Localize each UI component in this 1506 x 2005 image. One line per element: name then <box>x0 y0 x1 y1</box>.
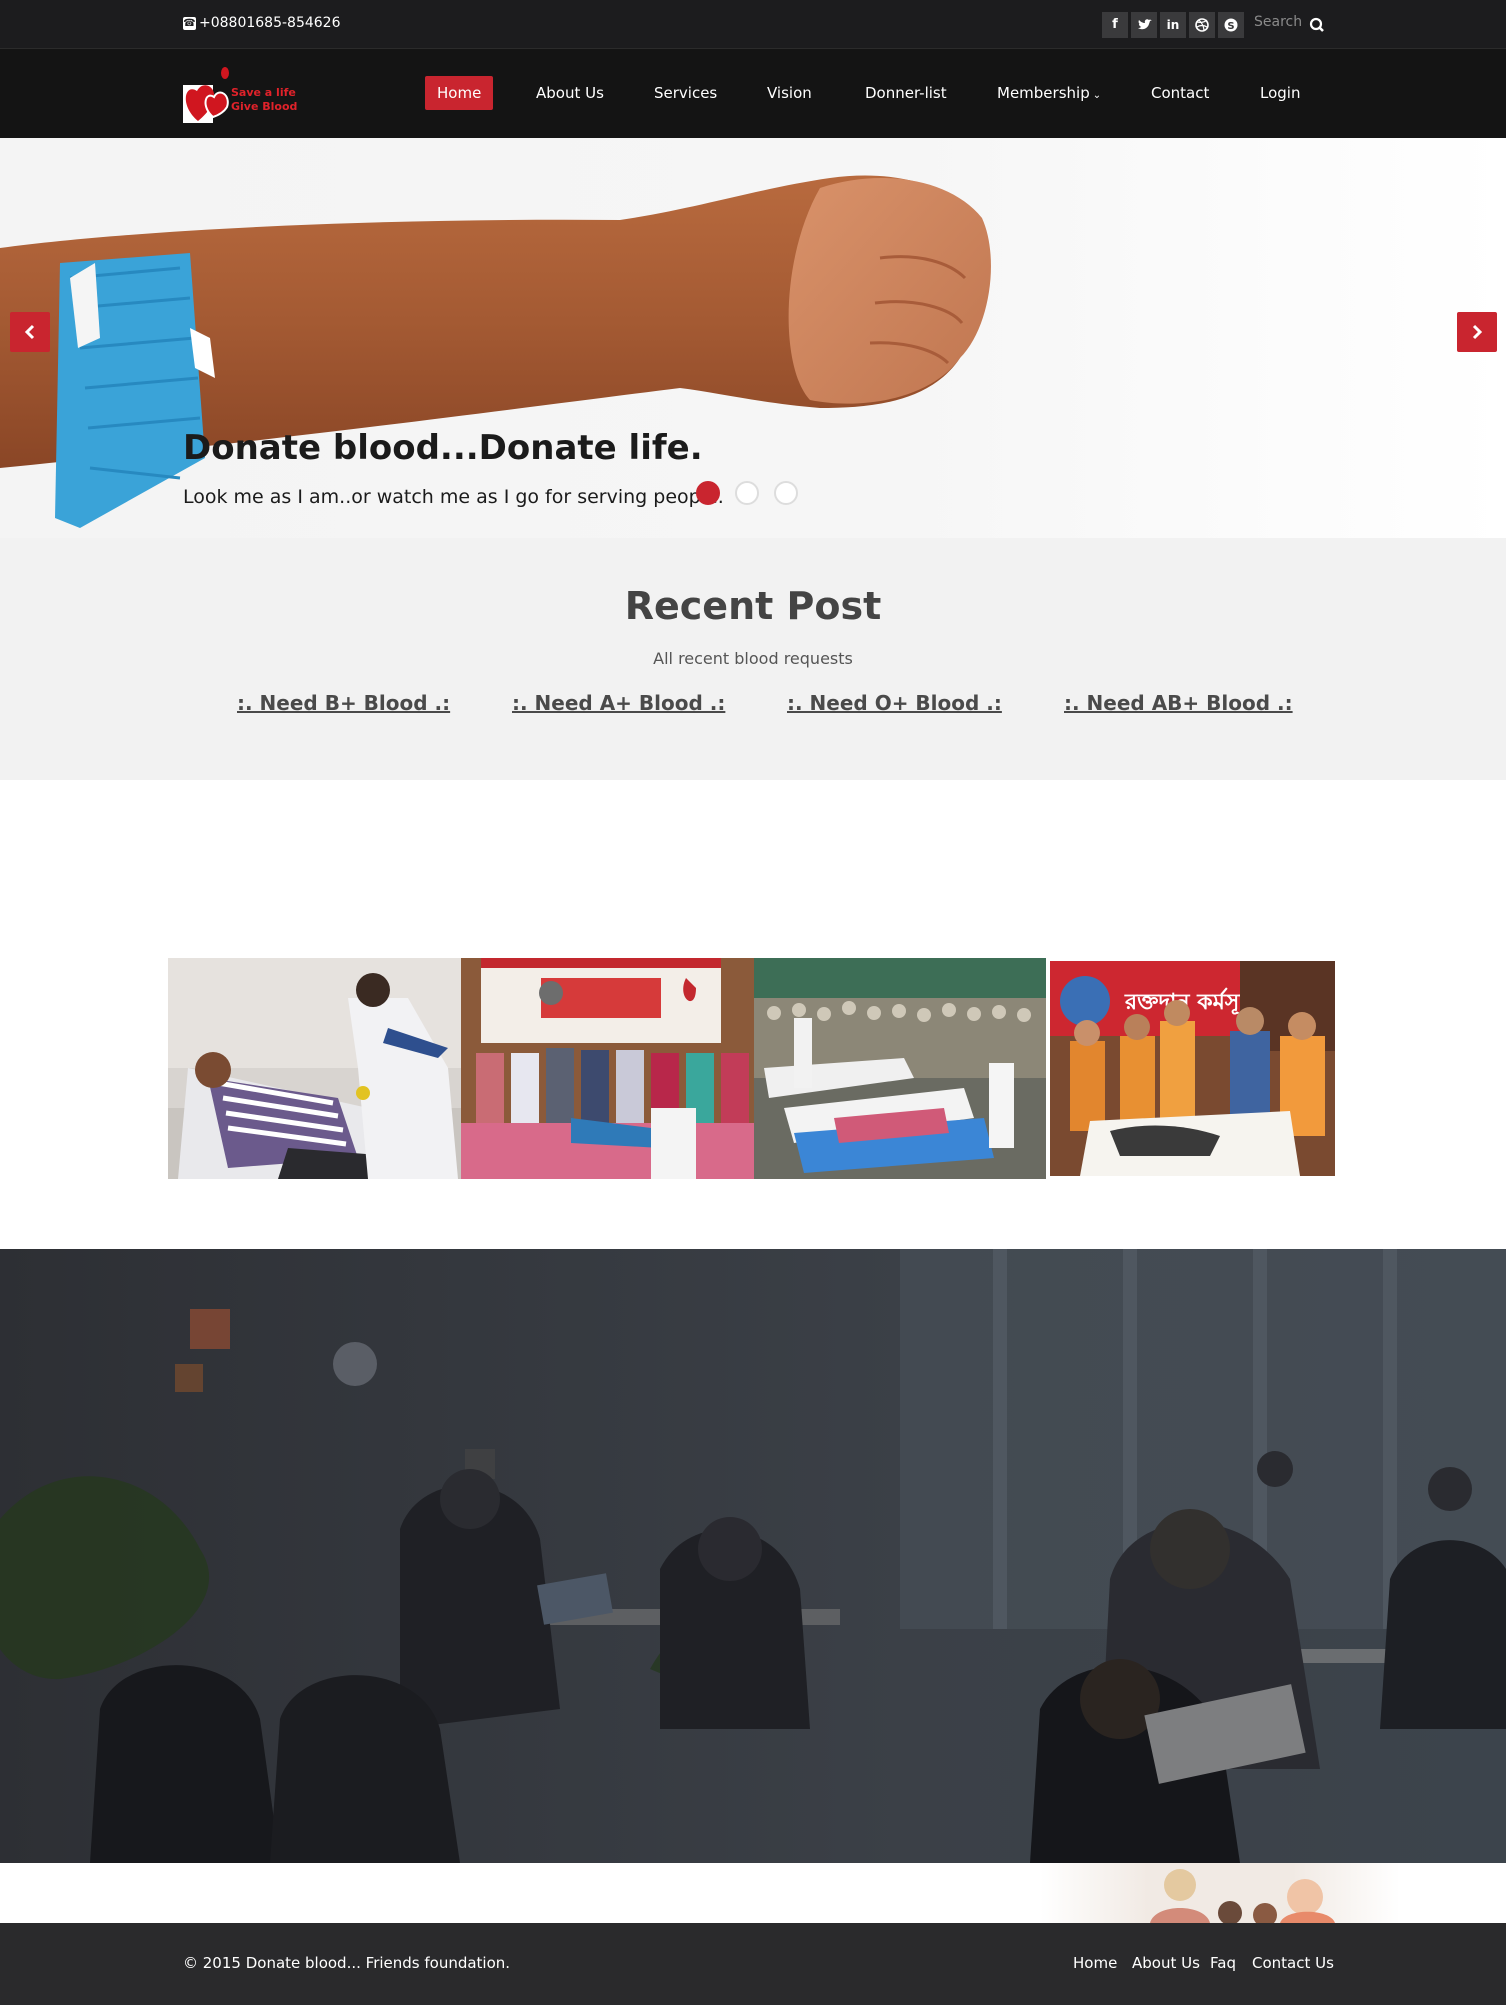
slider-dot-3[interactable] <box>774 481 798 505</box>
nav-home-label: Home <box>437 84 482 102</box>
nav-membership-label: Membership <box>997 84 1090 102</box>
search-icon[interactable] <box>1307 14 1327 36</box>
hero-title: Donate blood...Donate life. <box>183 428 703 468</box>
dribbble-icon[interactable] <box>1189 12 1215 38</box>
gallery-photo-2 <box>461 958 754 1179</box>
hero-slider: Donate blood...Donate life. Look me as I… <box>0 138 1506 538</box>
gallery-photo-4: রক্তদান কর্মসূচী <box>1050 961 1335 1176</box>
hero-arm-image <box>0 175 991 528</box>
office-background-image <box>0 1249 1506 1863</box>
chevron-right-icon <box>1472 324 1483 340</box>
footer-link-about-us[interactable]: About Us <box>1132 1954 1200 1972</box>
footer-link-contact-us[interactable]: Contact Us <box>1252 1954 1334 1972</box>
chevron-down-icon: ⌄ <box>1092 90 1102 101</box>
slider-next-button[interactable] <box>1457 312 1497 352</box>
nav-login-label: Login <box>1260 84 1301 102</box>
nav-about-us[interactable]: About Us <box>524 76 616 110</box>
gallery-photo-3 <box>754 958 1046 1179</box>
recent-post-section: Recent Post All recent blood requests :.… <box>0 538 1506 780</box>
phone-contact: ☎ +08801685-854626 <box>183 15 340 31</box>
nav-about-label: About Us <box>536 84 604 102</box>
svg-text:রক্তদান কর্মসূচী: রক্তদান কর্মসূচী <box>1124 987 1258 1016</box>
nav-home[interactable]: Home <box>425 76 494 110</box>
nav-donner-label: Donner-list <box>865 84 947 102</box>
logo-line-1: Save a life <box>231 86 296 99</box>
slider-indicators <box>696 481 798 505</box>
hero-subtitle: Look me as I am..or watch me as I go for… <box>183 486 724 508</box>
nav-services[interactable]: Services <box>642 76 729 110</box>
twitter-icon[interactable] <box>1131 12 1157 38</box>
nav-vision[interactable]: Vision <box>755 76 824 110</box>
request-link-o-plus[interactable]: :. Need O+ Blood .: <box>787 691 1002 715</box>
footer-link-faq[interactable]: Faq <box>1210 1954 1236 1972</box>
nav-services-label: Services <box>654 84 718 102</box>
gallery-photo-1 <box>168 958 461 1179</box>
nav-contact[interactable]: Contact <box>1139 76 1221 110</box>
phone-icon: ☎ <box>183 16 196 30</box>
nav-contact-label: Contact <box>1151 84 1210 102</box>
skype-icon[interactable]: S <box>1218 12 1244 38</box>
people-image <box>1040 1863 1400 1927</box>
request-link-ab-plus[interactable]: :. Need AB+ Blood .: <box>1064 691 1293 715</box>
slider-dot-1[interactable] <box>696 481 720 505</box>
site-logo[interactable]: Save a life Give Blood <box>183 65 303 123</box>
nav-login[interactable]: Login <box>1248 76 1312 110</box>
section-title: Recent Post <box>624 584 882 628</box>
site-footer: © 2015 Donate blood... Friends foundatio… <box>0 1923 1506 2005</box>
slider-prev-button[interactable] <box>10 312 50 352</box>
request-link-b-plus[interactable]: :. Need B+ Blood .: <box>237 691 450 715</box>
footer-link-home[interactable]: Home <box>1073 1954 1117 1972</box>
facebook-icon[interactable]: f <box>1102 12 1128 38</box>
chevron-left-icon <box>24 324 35 340</box>
social-links: f in S <box>1102 12 1244 38</box>
nav-donner-list[interactable]: Donner-list <box>853 76 959 110</box>
section-subtitle: All recent blood requests <box>653 649 853 668</box>
nav-vision-label: Vision <box>767 84 812 102</box>
logo-line-2: Give Blood <box>231 100 297 113</box>
top-bar: ☎ +08801685-854626 f in S Search <box>0 0 1506 49</box>
request-link-a-plus[interactable]: :. Need A+ Blood .: <box>512 691 725 715</box>
phone-number: +08801685-854626 <box>199 15 341 31</box>
svg-text:S: S <box>1227 21 1234 32</box>
copyright-text: © 2015 Donate blood... Friends foundatio… <box>183 1954 511 1972</box>
slider-dot-2[interactable] <box>735 481 759 505</box>
nav-membership[interactable]: Membership ⌄ <box>985 76 1113 110</box>
linkedin-icon[interactable]: in <box>1160 12 1186 38</box>
main-navbar: Save a life Give Blood Home About Us Ser… <box>0 49 1506 138</box>
